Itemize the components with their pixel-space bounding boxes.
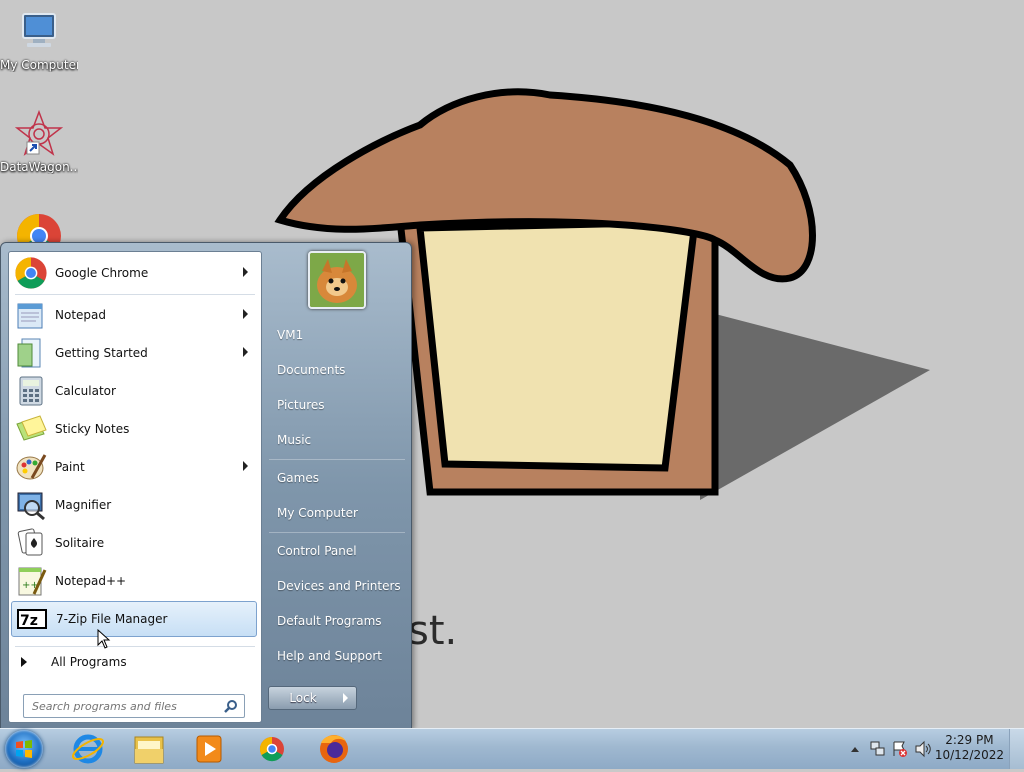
computer-icon [15, 8, 63, 56]
svg-text:7z: 7z [20, 613, 38, 629]
program-label: Sticky Notes [55, 422, 130, 436]
volume-icon[interactable] [914, 740, 932, 758]
taskbar-internet-explorer[interactable] [63, 731, 113, 767]
chrome-icon [14, 256, 48, 290]
submenu-arrow-icon[interactable] [243, 461, 248, 471]
start-documents[interactable]: Documents [269, 355, 405, 385]
start-default-programs[interactable]: Default Programs [269, 606, 405, 636]
user-picture-avatar[interactable] [308, 251, 366, 309]
program-calculator[interactable]: Calculator [11, 373, 257, 409]
divider [269, 532, 405, 533]
program-label: 7-Zip File Manager [56, 612, 168, 626]
mouse-cursor-icon [97, 629, 111, 649]
datawagon-logo-icon [14, 109, 64, 158]
all-programs-button[interactable]: All Programs [17, 650, 247, 674]
triangle-right-icon [21, 657, 27, 667]
start-pictures[interactable]: Pictures [269, 390, 405, 420]
paint-icon [14, 450, 48, 484]
search-input[interactable] [24, 696, 222, 717]
triangle-right-icon [343, 693, 348, 703]
search-icon[interactable] [224, 699, 238, 713]
program-label: Getting Started [55, 346, 148, 360]
program-label: Google Chrome [55, 266, 149, 280]
submenu-arrow-icon[interactable] [243, 309, 248, 319]
start-my-computer[interactable]: My Computer [269, 498, 405, 528]
shutdown-options-arrow-button[interactable] [336, 686, 357, 710]
start-help-and-support[interactable]: Help and Support [269, 641, 405, 671]
program-sticky-notes[interactable]: Sticky Notes [11, 411, 257, 447]
internet-explorer-icon [71, 734, 105, 764]
folder-icon [134, 736, 164, 764]
desktop-icon-label: My Computer [0, 58, 78, 72]
start-button[interactable] [5, 730, 43, 768]
magnifier-icon [14, 488, 48, 522]
notepad-plus-plus-icon: ++ [14, 564, 48, 598]
all-programs-label: All Programs [51, 655, 127, 669]
program-7-zip-file-manager[interactable]: 7z 7-Zip File Manager [11, 601, 257, 637]
windows-logo-icon [16, 740, 32, 758]
search-box[interactable] [23, 694, 245, 718]
desktop-icon-label: DataWagon... [0, 160, 78, 174]
program-label: Notepad [55, 308, 106, 322]
getting-started-icon [14, 336, 48, 370]
dog-avatar-icon [310, 253, 364, 307]
clock-date: 10/12/2022 [934, 748, 1004, 762]
desktop-icon-datawagon[interactable]: DataWagon... [0, 109, 78, 174]
solitaire-icon [14, 526, 48, 560]
program-label: Calculator [55, 384, 116, 398]
taskbar-windows-explorer[interactable] [124, 731, 174, 767]
program-label: Paint [55, 460, 85, 474]
calculator-icon [14, 374, 48, 408]
media-player-icon [196, 735, 222, 763]
program-magnifier[interactable]: Magnifier [11, 487, 257, 523]
chrome-icon [259, 736, 284, 762]
system-tray: 2:29 PM 10/12/2022 [834, 729, 1024, 769]
lock-button[interactable]: Lock [268, 686, 338, 710]
start-devices-and-printers[interactable]: Devices and Printers [269, 571, 405, 601]
program-label: Magnifier [55, 498, 112, 512]
show-desktop-button[interactable] [1009, 729, 1024, 769]
start-menu: Google Chrome Notepad Getting Started Ca… [0, 242, 412, 730]
divider [15, 294, 255, 295]
network-icon[interactable] [870, 740, 886, 758]
divider [269, 459, 405, 460]
submenu-arrow-icon[interactable] [243, 347, 248, 357]
taskbar-firefox[interactable] [309, 731, 359, 767]
taskbar-media-player[interactable] [184, 731, 234, 767]
program-paint[interactable]: Paint [11, 449, 257, 485]
seven-zip-icon: 7z [15, 602, 49, 636]
sticky-notes-icon [14, 412, 48, 446]
program-getting-started[interactable]: Getting Started [11, 335, 257, 371]
start-menu-programs-pane: Google Chrome Notepad Getting Started Ca… [8, 251, 262, 723]
divider [15, 646, 255, 647]
show-hidden-icons-icon[interactable] [850, 744, 860, 754]
start-control-panel[interactable]: Control Panel [269, 536, 405, 566]
program-notepad[interactable]: Notepad [11, 297, 257, 333]
program-label: Notepad++ [55, 574, 127, 588]
program-label: Solitaire [55, 536, 105, 550]
clock[interactable]: 2:29 PM 10/12/2022 [935, 733, 1004, 763]
taskbar-google-chrome[interactable] [247, 731, 297, 767]
action-center-flag-icon[interactable] [892, 740, 908, 758]
desktop-icon-my-computer[interactable]: My Computer [0, 8, 78, 72]
program-google-chrome[interactable]: Google Chrome [11, 255, 257, 291]
clock-time: 2:29 PM [945, 733, 994, 747]
start-music[interactable]: Music [269, 425, 405, 455]
taskbar: 2:29 PM 10/12/2022 [0, 728, 1024, 769]
program-solitaire[interactable]: Solitaire [11, 525, 257, 561]
submenu-arrow-icon[interactable] [243, 267, 248, 277]
firefox-icon [320, 735, 348, 763]
start-user-vm1[interactable]: VM1 [269, 320, 405, 350]
notepad-icon [14, 298, 48, 332]
start-games[interactable]: Games [269, 463, 405, 493]
wallpaper-text: st. [408, 608, 458, 654]
program-notepad-plus-plus[interactable]: ++ Notepad++ [11, 563, 257, 599]
